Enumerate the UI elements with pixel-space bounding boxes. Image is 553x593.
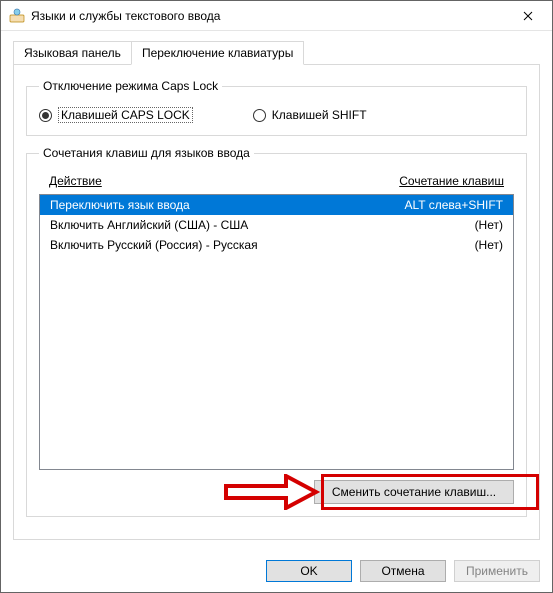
window-title: Языки и службы текстового ввода (31, 9, 508, 23)
apply-button: Применить (454, 560, 540, 582)
list-row-selected[interactable]: Переключить язык ввода ALT слева+SHIFT (40, 195, 513, 215)
cell-combo: (Нет) (363, 238, 503, 252)
dialog-window: Языки и службы текстового ввода Языковая… (0, 0, 553, 593)
header-action: Действие (49, 174, 354, 188)
app-icon (9, 8, 25, 24)
radio-shift-key[interactable]: Клавишей SHIFT (253, 107, 367, 123)
cell-action: Переключить язык ввода (50, 198, 363, 212)
hotkeys-list[interactable]: Переключить язык ввода ALT слева+SHIFT В… (39, 194, 514, 470)
list-row[interactable]: Включить Русский (Россия) - Русская (Нет… (40, 235, 513, 255)
capslock-options: Клавишей CAPS LOCK Клавишей SHIFT (39, 107, 514, 123)
close-button[interactable] (508, 2, 548, 30)
header-combo: Сочетание клавиш (354, 174, 504, 188)
cancel-button[interactable]: Отмена (360, 560, 446, 582)
radio-label-shift: Клавишей SHIFT (272, 108, 367, 122)
list-header: Действие Сочетание клавиш (39, 170, 514, 194)
tab-strip: Языковая панель Переключение клавиатуры (13, 41, 540, 65)
hotkeys-legend: Сочетания клавиш для языков ввода (39, 146, 254, 160)
tab-keyboard-switching[interactable]: Переключение клавиатуры (131, 41, 304, 65)
content-area: Языковая панель Переключение клавиатуры … (1, 31, 552, 550)
capslock-group: Отключение режима Caps Lock Клавишей CAP… (26, 79, 527, 136)
tab-pane: Отключение режима Caps Lock Клавишей CAP… (13, 64, 540, 540)
change-hotkey-button[interactable]: Сменить сочетание клавиш... (314, 480, 514, 504)
radio-indicator-selected (39, 109, 52, 122)
ok-button[interactable]: OK (266, 560, 352, 582)
cell-action: Включить Английский (США) - США (50, 218, 363, 232)
cell-action: Включить Русский (Россия) - Русская (50, 238, 363, 252)
dialog-buttons: OK Отмена Применить (1, 550, 552, 592)
annotation-arrow-icon (221, 474, 321, 510)
capslock-legend: Отключение режима Caps Lock (39, 79, 222, 93)
change-button-area: Сменить сочетание клавиш... (39, 480, 514, 504)
radio-label-capslock: Клавишей CAPS LOCK (58, 107, 193, 123)
title-bar: Языки и службы текстового ввода (1, 1, 552, 31)
list-row[interactable]: Включить Английский (США) - США (Нет) (40, 215, 513, 235)
hotkeys-group: Сочетания клавиш для языков ввода Действ… (26, 146, 527, 517)
radio-indicator (253, 109, 266, 122)
tab-language-bar[interactable]: Языковая панель (13, 41, 132, 65)
cell-combo: ALT слева+SHIFT (363, 198, 503, 212)
radio-capslock-key[interactable]: Клавишей CAPS LOCK (39, 107, 193, 123)
cell-combo: (Нет) (363, 218, 503, 232)
